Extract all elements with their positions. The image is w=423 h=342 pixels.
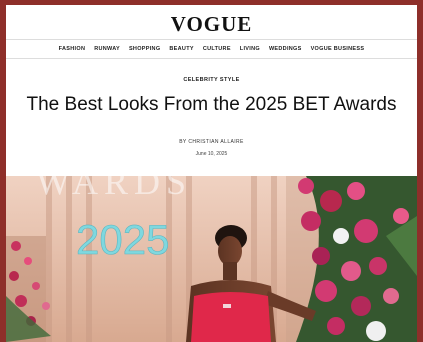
article-category[interactable]: CELEBRITY STYLE <box>6 77 417 83</box>
vogue-logo[interactable]: VOGUE <box>6 12 417 37</box>
nav-item-shopping[interactable]: SHOPPING <box>129 46 160 52</box>
nav-item-weddings[interactable]: WEDDINGS <box>269 46 302 52</box>
nav-item-culture[interactable]: CULTURE <box>203 46 231 52</box>
nav-item-beauty[interactable]: BEAUTY <box>169 46 193 52</box>
nav-item-fashion[interactable]: FASHION <box>59 46 86 52</box>
hero-photo: WARDS 2025 <box>6 176 417 342</box>
main-nav: FASHION RUNWAY SHOPPING BEAUTY CULTURE L… <box>6 39 417 59</box>
hero-image: WARDS 2025 <box>6 176 417 342</box>
article-date: June 10, 2025 <box>195 151 228 157</box>
article-title: The Best Looks From the 2025 BET Awards <box>26 94 397 115</box>
page-frame: VOGUE FASHION RUNWAY SHOPPING BEAUTY CUL… <box>6 5 417 342</box>
backdrop-year: 2025 <box>76 216 169 263</box>
svg-text:WARDS: WARDS <box>36 176 192 202</box>
nav-item-vogue-business[interactable]: VOGUE BUSINESS <box>311 46 365 52</box>
nav-item-living[interactable]: LIVING <box>240 46 260 52</box>
nav-item-runway[interactable]: RUNWAY <box>94 46 120 52</box>
left-flowers <box>6 236 51 342</box>
article-byline[interactable]: BY CHRISTIAN ALLAIRE <box>6 139 417 145</box>
